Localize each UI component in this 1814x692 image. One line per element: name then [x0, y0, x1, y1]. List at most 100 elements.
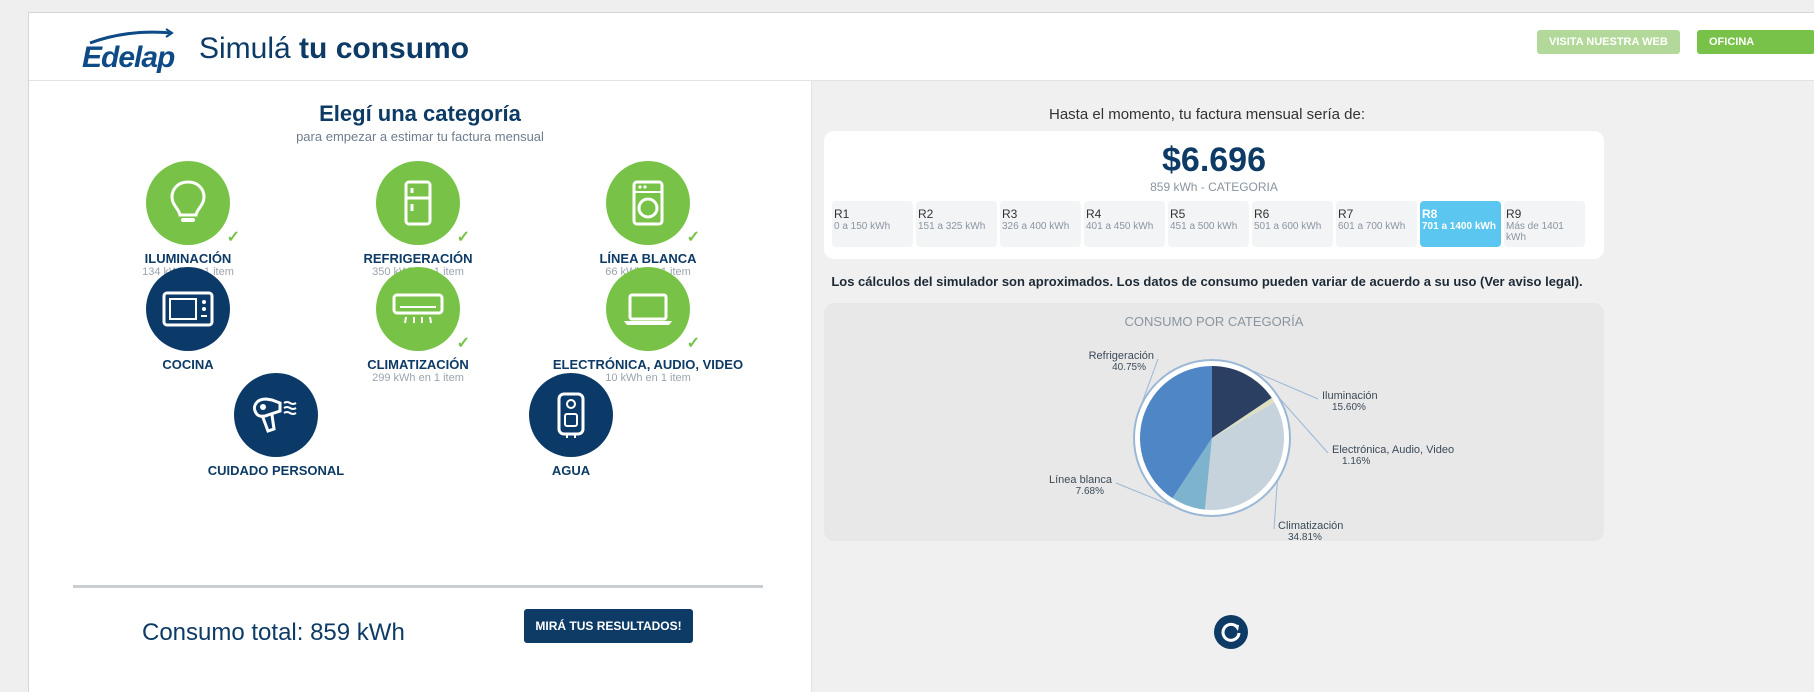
- category-icon-wrap: [146, 267, 230, 351]
- lightbulb-icon: [170, 180, 206, 222]
- category-icon-wrap: ✓: [606, 267, 700, 352]
- category-icon-wrap: ✓: [606, 161, 700, 246]
- divider: [73, 585, 763, 588]
- hair-dryer-icon: [252, 397, 297, 433]
- range-code: R4: [1086, 207, 1102, 221]
- pie-value-label: 1.16%: [1342, 456, 1370, 467]
- category-name: CUIDADO PERSONAL: [207, 463, 345, 478]
- pie-label: Electrónica, Audio, Video: [1332, 444, 1454, 456]
- refresh-button[interactable]: [1214, 615, 1248, 649]
- header: Edelap Simulá tu consumo VISITA NUESTRA …: [29, 13, 1814, 81]
- check-icon: ✓: [456, 229, 470, 246]
- check-icon: ✓: [456, 335, 470, 352]
- logo-text: Edelap: [82, 41, 175, 74]
- range-code: R2: [918, 207, 934, 221]
- check-icon: ✓: [226, 229, 240, 246]
- category-name: CLIMATIZACIÓN: [367, 357, 469, 372]
- microwave-icon: [162, 291, 214, 327]
- range-value: 451 a 500 kWh: [1170, 221, 1238, 232]
- category-name: LÍNEA BLANCA: [599, 251, 697, 266]
- pie-label: Línea blanca: [1049, 474, 1113, 486]
- range-r1[interactable]: R1 0 a 150 kWh: [832, 201, 913, 247]
- edelap-logo[interactable]: Edelap: [82, 27, 182, 74]
- refresh-icon: [1221, 622, 1241, 642]
- check-icon: ✓: [686, 335, 700, 352]
- range-value: 701 a 1400 kWh: [1422, 221, 1496, 232]
- category-icon-wrap: [234, 373, 318, 457]
- app-frame: Edelap Simulá tu consumo VISITA NUESTRA …: [28, 12, 1814, 692]
- category-subtitle: para empezar a estimar tu factura mensua…: [296, 129, 544, 144]
- range-value: 326 a 400 kWh: [1002, 221, 1070, 232]
- category-electronica[interactable]: ✓ ELECTRÓNICA, AUDIO, VIDEO 10 kWh en 1 …: [538, 267, 758, 384]
- range-r7[interactable]: R7 601 a 700 kWh: [1336, 201, 1417, 247]
- category-panel: Elegí una categoría para empezar a estim…: [29, 81, 811, 692]
- pie-value-label: 40.75%: [1112, 362, 1146, 373]
- range-code: R8: [1422, 207, 1438, 221]
- category-linea-blanca[interactable]: ✓ LÍNEA BLANCA 66 kWh en 1 item: [538, 161, 758, 278]
- range-code: R3: [1002, 207, 1018, 221]
- bill-detail: 859 kWh - CATEGORIA: [1150, 180, 1278, 194]
- results-panel: Hasta el momento, tu factura mensual ser…: [811, 81, 1814, 692]
- page-title: Simulá tu consumo: [199, 32, 469, 66]
- total-consumption: Consumo total: 859 kWh: [142, 619, 405, 646]
- range-value: 0 a 150 kWh: [834, 221, 891, 232]
- see-results-button[interactable]: MIRÁ TUS RESULTADOS!: [524, 609, 693, 643]
- category-name: COCINA: [162, 357, 214, 372]
- category-cocina[interactable]: COCINA: [78, 267, 298, 372]
- range-code: R9: [1506, 207, 1522, 221]
- category-agua[interactable]: AGUA: [461, 373, 681, 478]
- range-r6[interactable]: R6 501 a 600 kWh: [1252, 201, 1333, 247]
- check-icon: ✓: [686, 229, 700, 246]
- tariff-ranges: R1 0 a 150 kWh R2 151 a 325 kWh R3 326 a 40…: [832, 201, 1585, 247]
- range-code: R6: [1254, 207, 1270, 221]
- pie-chart: Iluminación15.60% Electrónica, Audio, Vid…: [1049, 350, 1454, 541]
- pie-label: Refrigeración: [1089, 350, 1154, 362]
- water-heater-icon: [557, 392, 585, 438]
- bill-amount: $6.696: [1162, 141, 1266, 179]
- category-name: ILUMINACIÓN: [144, 251, 232, 266]
- range-value: 401 a 450 kWh: [1086, 221, 1154, 232]
- category-name: ELECTRÓNICA, AUDIO, VIDEO: [552, 357, 744, 372]
- range-r8[interactable]: R8 701 a 1400 kWh: [1420, 201, 1501, 247]
- range-value: Más de 1401 kWh: [1506, 221, 1564, 243]
- pie-leader-line: [1273, 480, 1278, 530]
- range-r5[interactable]: R5 451 a 500 kWh: [1168, 201, 1249, 247]
- category-name: REFRIGERACIÓN: [363, 251, 473, 266]
- category-iluminacion[interactable]: ✓ ILUMINACIÓN 134 kWh en 1 item: [78, 161, 298, 278]
- pie-value-label: 7.68%: [1076, 486, 1104, 497]
- category-icon-wrap: ✓: [376, 161, 470, 246]
- pie-label: Climatización: [1278, 520, 1343, 532]
- air-conditioner-icon: [392, 293, 444, 324]
- range-r9[interactable]: R9 Más de 1401 kWh: [1504, 201, 1585, 247]
- category-name: AGUA: [551, 463, 591, 478]
- fridge-icon: [404, 180, 432, 226]
- category-icon-wrap: ✓: [146, 161, 240, 246]
- category-cuidado-personal[interactable]: CUIDADO PERSONAL: [166, 373, 386, 478]
- pie-value-label: 15.60%: [1332, 402, 1366, 413]
- range-value: 501 a 600 kWh: [1254, 221, 1322, 232]
- chart-card: CONSUMO POR CATEGORÍA Iluminación 15.60% E…: [824, 303, 1604, 541]
- range-code: R7: [1338, 207, 1354, 221]
- category-climatizacion[interactable]: ✓ CLIMATIZACIÓN 299 kWh en 1 item: [308, 267, 528, 384]
- range-value: 151 a 325 kWh: [918, 221, 986, 232]
- bill-card: $6.696 859 kWh - CATEGORIA R1 0 a 150 kWh…: [824, 131, 1604, 259]
- category-icon-wrap: ✓: [376, 267, 470, 352]
- category-title: Elegí una categoría: [319, 101, 521, 126]
- pie-value-label: 34.81%: [1288, 532, 1322, 541]
- category-refrigeracion[interactable]: ✓ REFRIGERACIÓN 350 kWh en 1 item: [308, 161, 528, 278]
- range-code: R1: [834, 207, 850, 221]
- title-bold: tu consumo: [299, 32, 470, 65]
- laptop-icon: [624, 293, 672, 325]
- range-value: 601 a 700 kWh: [1338, 221, 1406, 232]
- range-r2[interactable]: R2 151 a 325 kWh: [916, 201, 997, 247]
- title-light: Simulá: [199, 32, 291, 65]
- visit-web-button[interactable]: VISITA NUESTRA WEB: [1537, 30, 1680, 54]
- range-r4[interactable]: R4 401 a 450 kWh: [1084, 201, 1165, 247]
- category-icon-wrap: [529, 373, 613, 457]
- pie-label: Iluminación: [1322, 390, 1378, 402]
- disclaimer: Los cálculos del simulador son aproximad…: [831, 274, 1583, 289]
- washing-machine-icon: [632, 180, 664, 226]
- virtual-office-button[interactable]: OFICINA VIRTUAL: [1697, 30, 1814, 72]
- bill-subtitle: Hasta el momento, tu factura mensual ser…: [1049, 106, 1365, 123]
- range-r3[interactable]: R3 326 a 400 kWh: [1000, 201, 1081, 247]
